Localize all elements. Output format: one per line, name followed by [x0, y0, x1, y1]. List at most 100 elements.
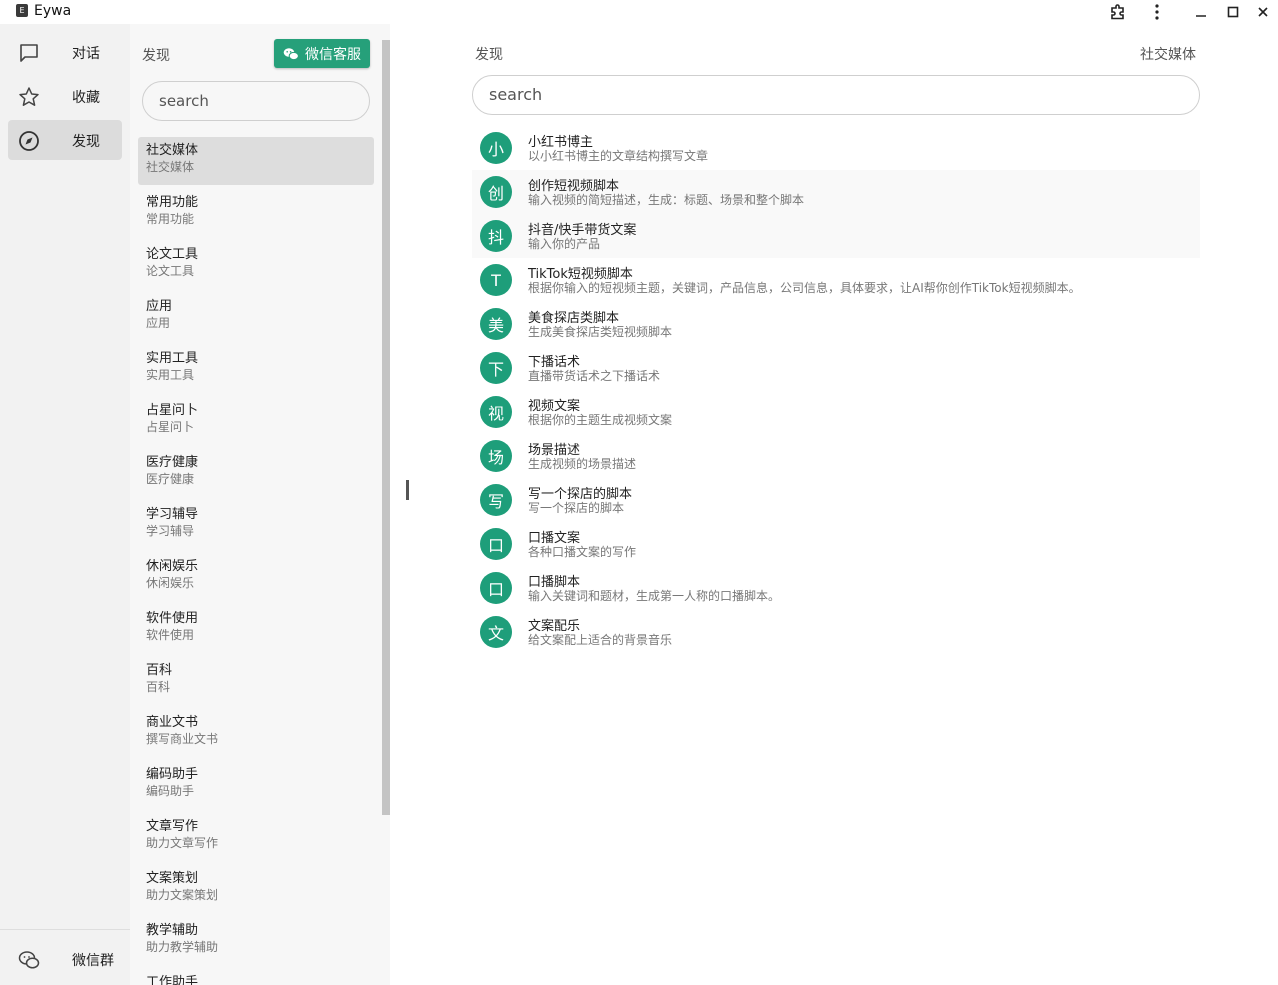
category-search-input[interactable]: search: [142, 81, 370, 121]
nav-item-label: 收藏: [72, 90, 100, 106]
category-subtitle: 助力文案策划: [146, 888, 219, 902]
nav-item-label: 微信群: [72, 953, 114, 969]
nav-item-chat[interactable]: 对话: [8, 32, 122, 72]
category-subtitle: 论文工具: [146, 264, 195, 278]
category-item[interactable]: 医疗健康 医疗健康: [138, 449, 374, 501]
category-item[interactable]: 休闲娱乐 休闲娱乐: [138, 553, 374, 605]
category-item[interactable]: 常用功能 常用功能: [138, 189, 374, 241]
category-scrollbar[interactable]: [382, 40, 390, 815]
category-item[interactable]: 工作助手: [138, 969, 374, 985]
category-item[interactable]: 软件使用 软件使用: [138, 605, 374, 657]
category-name: 文章写作: [146, 819, 199, 834]
category-subtitle: 医疗健康: [146, 472, 195, 486]
prompt-description: 给文案配上适合的背景音乐: [528, 633, 673, 647]
prompt-avatar: 创: [480, 176, 512, 208]
prompt-item[interactable]: 口口播文案 各种口播文案的写作: [472, 522, 1200, 566]
category-subtitle: 助力文章写作: [146, 836, 219, 850]
prompt-item[interactable]: 美美食探店类脚本 生成美食探店类短视频脚本: [472, 302, 1200, 346]
category-item[interactable]: 占星问卜 占星问卜: [138, 397, 374, 449]
prompt-item[interactable]: T TikTok短视频脚本 根据你输入的短视频主题，关键词，产品信息，公司信息，具体…: [472, 258, 1200, 302]
minimize-icon[interactable]: [1188, 0, 1214, 24]
maximize-icon[interactable]: [1220, 0, 1246, 24]
extension-icon[interactable]: [1105, 0, 1131, 24]
wechat-icon: [283, 47, 299, 60]
category-name: 软件使用: [146, 611, 199, 626]
prompt-avatar: 抖: [480, 220, 512, 252]
category-item[interactable]: 学习辅导 学习辅导: [138, 501, 374, 553]
category-subtitle: 软件使用: [146, 628, 195, 642]
wechat-support-button[interactable]: 微信客服: [274, 39, 370, 68]
prompt-description: 直播带货话术之下播话术: [528, 369, 661, 383]
category-panel: 发现 微信客服 search 社交媒体 社交媒体 常用功能 常用功能 论文工具 论文工…: [130, 24, 390, 985]
close-icon[interactable]: [1250, 0, 1276, 24]
category-name: 百科: [146, 663, 173, 678]
prompt-item[interactable]: 下下播话术 直播带货话术之下播话术: [472, 346, 1200, 390]
prompt-description: 输入你的产品: [528, 237, 601, 251]
category-item[interactable]: 文章写作助力文章写作: [138, 813, 374, 865]
prompt-item[interactable]: 小小红书博主 以小红书博主的文章结构撰写文章: [472, 126, 1200, 170]
nav-item-discover[interactable]: 发现: [8, 120, 122, 160]
star-icon: [19, 87, 39, 106]
prompt-item[interactable]: 抖抖音/快手带货文案 输入你的产品: [472, 214, 1200, 258]
app-icon: E: [16, 4, 28, 17]
prompt-description: 生成美食探店类短视频脚本: [528, 325, 673, 339]
chat-icon: [20, 44, 38, 62]
nav-item-favorites[interactable]: 收藏: [8, 76, 122, 116]
prompt-item[interactable]: 场场景描述 生成视频的场景描述: [472, 434, 1200, 478]
prompt-description: 根据你输入的短视频主题，关键词，产品信息，公司信息，具体要求，让AI帮你创作Ti…: [528, 281, 1081, 295]
prompt-item[interactable]: 写写一个探店的脚本 写一个探店的脚本: [472, 478, 1200, 522]
prompt-search-input[interactable]: search: [472, 75, 1200, 115]
category-subtitle: 社交媒体: [146, 160, 195, 174]
category-name: 医疗健康: [146, 455, 199, 470]
title-bar: E Eywa: [0, 0, 1278, 24]
category-item[interactable]: 编码助手 编码助手: [138, 761, 374, 813]
category-name: 实用工具: [146, 351, 199, 366]
breadcrumb: 发现: [475, 47, 503, 63]
category-subtitle: 实用工具: [146, 368, 195, 382]
prompt-description: 各种口播文案的写作: [528, 545, 637, 559]
category-name: 学习辅导: [146, 507, 199, 522]
category-name: 商业文书: [146, 715, 199, 730]
prompt-item[interactable]: 视视频文案 根据你的主题生成视频文案: [472, 390, 1200, 434]
prompt-avatar: 场: [480, 440, 512, 472]
compass-icon: [19, 131, 39, 151]
prompt-avatar: 口: [480, 572, 512, 604]
category-name: 编码助手: [146, 767, 199, 782]
category-subtitle: 撰写商业文书: [146, 732, 219, 746]
rail-divider: [0, 929, 130, 930]
prompt-avatar: T: [480, 264, 512, 296]
prompt-item[interactable]: 口口播脚本 输入关键词和题材，生成第一人称的口播脚本。: [472, 566, 1200, 610]
category-subtitle: 应用: [146, 316, 171, 330]
prompt-item[interactable]: 文文案配乐 给文案配上适合的背景音乐: [472, 610, 1200, 654]
nav-rail: 对话 收藏 发现 微信群: [0, 24, 130, 985]
category-subtitle: 休闲娱乐: [146, 576, 195, 590]
prompt-avatar: 视: [480, 396, 512, 428]
prompt-list: 小小红书博主 以小红书博主的文章结构撰写文章 创创作短视频脚本 输入视频的简短描述，…: [472, 126, 1200, 654]
more-menu-icon[interactable]: [1144, 0, 1170, 24]
category-item[interactable]: 文案策划助力文案策划: [138, 865, 374, 917]
prompt-avatar: 下: [480, 352, 512, 384]
category-list: 社交媒体 社交媒体 常用功能 常用功能 论文工具 论文工具 应用 应用 实用工具 实用工具…: [138, 137, 374, 985]
prompt-item[interactable]: 创创作短视频脚本 输入视频的简短描述，生成：标题、场景和整个脚本: [472, 170, 1200, 214]
nav-item-wechat-group[interactable]: 微信群: [8, 939, 122, 979]
category-name: 占星问卜: [146, 403, 199, 418]
category-item[interactable]: 社交媒体 社交媒体: [138, 137, 374, 185]
category-item[interactable]: 实用工具 实用工具: [138, 345, 374, 397]
nav-item-label: 发现: [72, 134, 100, 150]
category-subtitle: 常用功能: [146, 212, 195, 226]
panel-resize-handle[interactable]: [406, 480, 409, 500]
category-item[interactable]: 教学辅助 助力教学辅助: [138, 917, 374, 969]
category-item[interactable]: 论文工具 论文工具: [138, 241, 374, 293]
prompt-description: 输入关键词和题材，生成第一人称的口播脚本。: [528, 589, 781, 603]
category-item[interactable]: 应用 应用: [138, 293, 374, 345]
nav-item-label: 对话: [72, 46, 100, 62]
category-name: 工作助手: [146, 975, 199, 985]
category-item[interactable]: 百科 百科: [138, 657, 374, 709]
wechat-icon: [18, 951, 40, 969]
prompt-avatar: 文: [480, 616, 512, 648]
category-name: 应用: [146, 299, 173, 314]
category-item[interactable]: 商业文书撰写商业文书: [138, 709, 374, 761]
category-name: 文案策划: [146, 871, 199, 886]
prompt-avatar: 写: [480, 484, 512, 516]
category-name: 论文工具: [146, 247, 199, 262]
